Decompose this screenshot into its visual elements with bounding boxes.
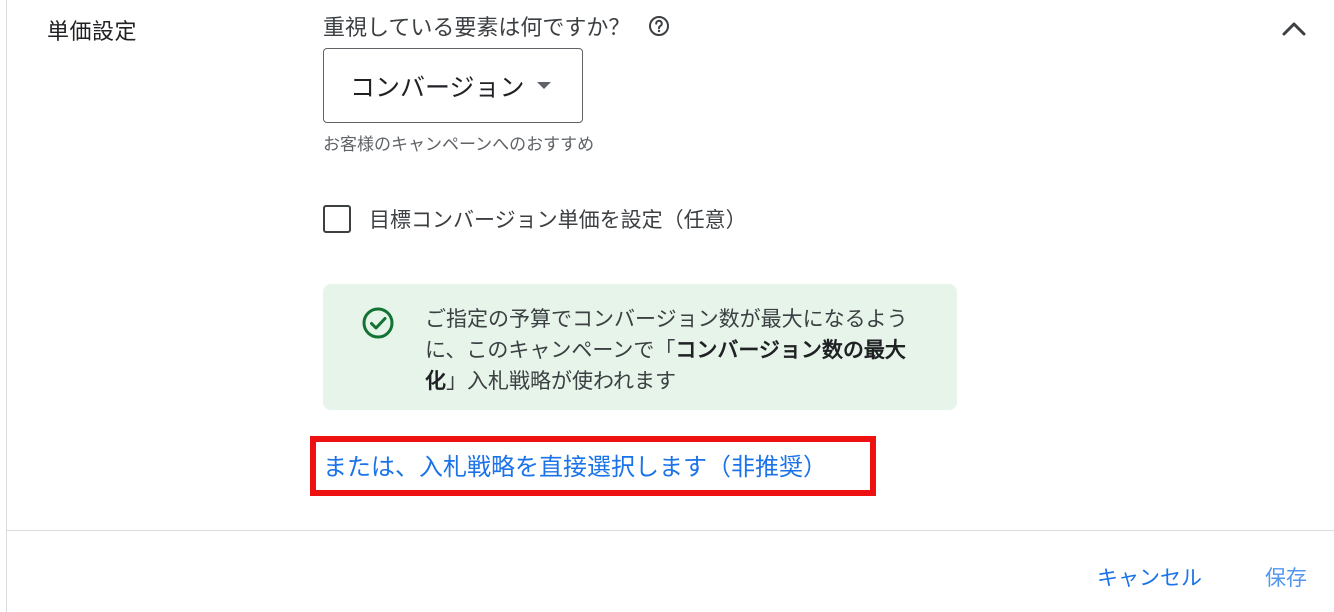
- target-cpa-option[interactable]: 目標コンバージョン単価を設定（任意）: [323, 204, 747, 234]
- focus-dropdown[interactable]: コンバージョン: [323, 48, 583, 123]
- cancel-button[interactable]: キャンセル: [1097, 562, 1202, 592]
- footer-divider: [7, 530, 1334, 531]
- target-cpa-checkbox[interactable]: [323, 205, 351, 233]
- info-message: ご指定の予算でコンバージョン数が最大になるように、このキャンペーンで「コンバージ…: [425, 304, 925, 397]
- recommendation-note: お客様のキャンペーンへのおすすめ: [323, 135, 595, 155]
- help-icon[interactable]: [648, 15, 670, 37]
- bidding-settings-panel: 単価設定 重視している要素は何ですか？ コンバージョン お客様のキャンペーンへの…: [6, 0, 1334, 612]
- save-button[interactable]: 保存: [1265, 562, 1307, 592]
- check-circle-icon: [361, 306, 395, 340]
- chevron-up-icon[interactable]: [1279, 16, 1309, 40]
- dropdown-selected-value: コンバージョン: [350, 72, 525, 102]
- question-text: 重視している要素は何ですか？: [323, 16, 631, 41]
- caret-down-icon: [536, 82, 551, 89]
- question-heading: 重視している要素は何ですか？: [323, 10, 670, 42]
- target-cpa-label: 目標コンバージョン単価を設定（任意）: [369, 208, 747, 232]
- section-label: 単価設定: [47, 20, 138, 45]
- info-message-box: ご指定の予算でコンバージョン数が最大になるように、このキャンペーンで「コンバージ…: [323, 284, 957, 410]
- select-bid-strategy-link[interactable]: または、入札戦略を直接選択します（非推奨）: [323, 447, 827, 482]
- info-text-after: 」入札戦略が使われます: [446, 369, 676, 393]
